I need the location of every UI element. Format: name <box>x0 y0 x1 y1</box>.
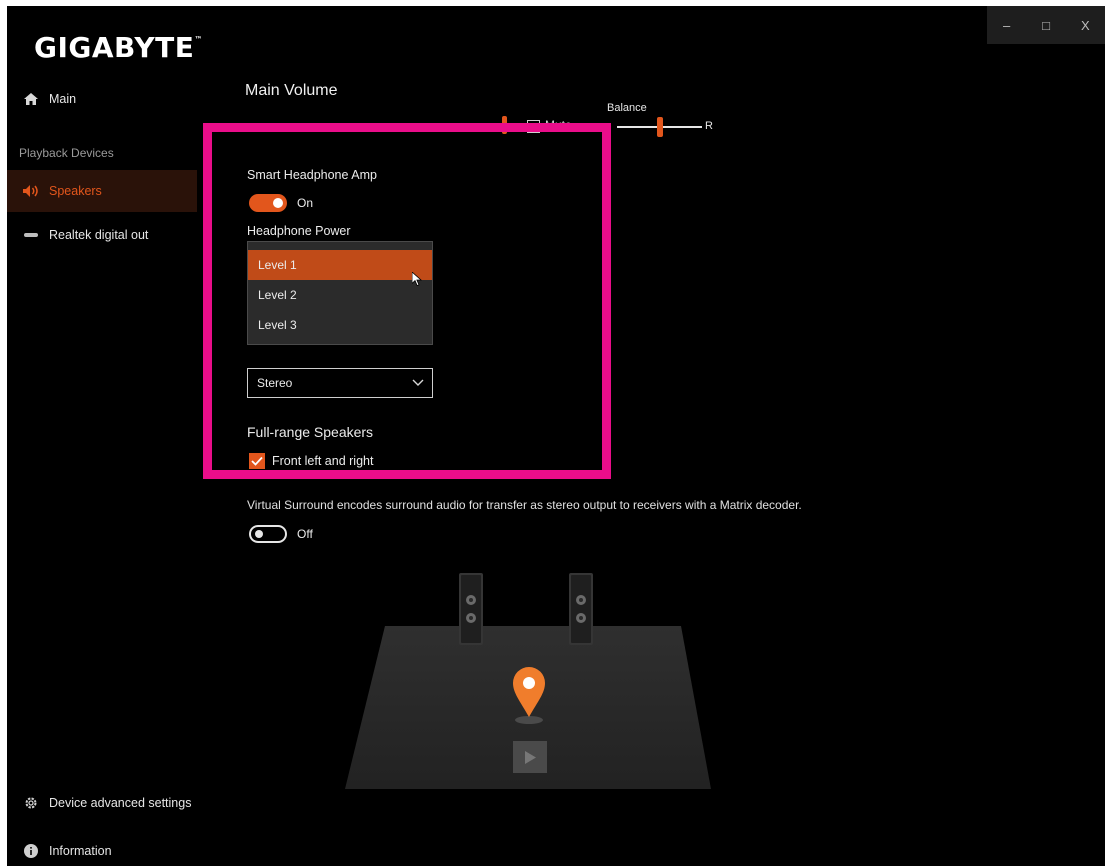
sidebar-item-realtek-digital-out[interactable]: Realtek digital out <box>7 218 197 252</box>
sidebar-item-information[interactable]: Information <box>7 834 197 866</box>
app-window: – □ X GIGABYTE™ Main Playback Devices Sp… <box>7 6 1105 866</box>
sidebar-item-label: Information <box>49 844 112 858</box>
digital-out-icon <box>19 231 43 239</box>
info-icon <box>19 844 43 858</box>
virtual-surround-state: Off <box>297 527 313 541</box>
play-test-button[interactable] <box>513 741 547 773</box>
sidebar-item-label: Speakers <box>49 184 102 198</box>
maximize-button[interactable]: □ <box>1026 6 1065 44</box>
sidebar-item-device-advanced-settings[interactable]: Device advanced settings <box>7 786 197 820</box>
brand-name: GIGABYTE <box>34 31 195 64</box>
front-left-speaker-icon[interactable] <box>459 573 483 645</box>
brand-logo: GIGABYTE™ <box>34 31 203 64</box>
sidebar-item-label: Realtek digital out <box>49 228 149 242</box>
front-right-speaker-icon[interactable] <box>569 573 593 645</box>
close-button[interactable]: X <box>1066 6 1105 44</box>
sidebar-item-speakers[interactable]: Speakers <box>7 170 197 212</box>
sidebar-section-title: Playback Devices <box>19 146 114 160</box>
listener-shadow <box>515 716 543 724</box>
gear-icon <box>19 796 43 810</box>
balance-slider-thumb[interactable] <box>657 117 663 137</box>
speaker-icon <box>19 185 43 197</box>
sidebar-item-label: Device advanced settings <box>49 796 192 810</box>
highlight-annotation-box <box>203 123 611 479</box>
virtual-surround-description: Virtual Surround encodes surround audio … <box>247 498 802 512</box>
minimize-button[interactable]: – <box>987 6 1026 44</box>
virtual-surround-toggle[interactable] <box>249 525 287 543</box>
page-title: Main Volume <box>245 82 338 99</box>
sidebar-item-main[interactable]: Main <box>7 82 197 116</box>
window-controls: – □ X <box>987 6 1105 44</box>
speaker-stage <box>345 573 711 789</box>
balance-label: Balance <box>607 102 647 114</box>
brand-tm: ™ <box>194 35 203 44</box>
sidebar-item-label: Main <box>49 92 77 106</box>
home-icon <box>19 93 43 105</box>
balance-right-label: R <box>705 120 713 132</box>
